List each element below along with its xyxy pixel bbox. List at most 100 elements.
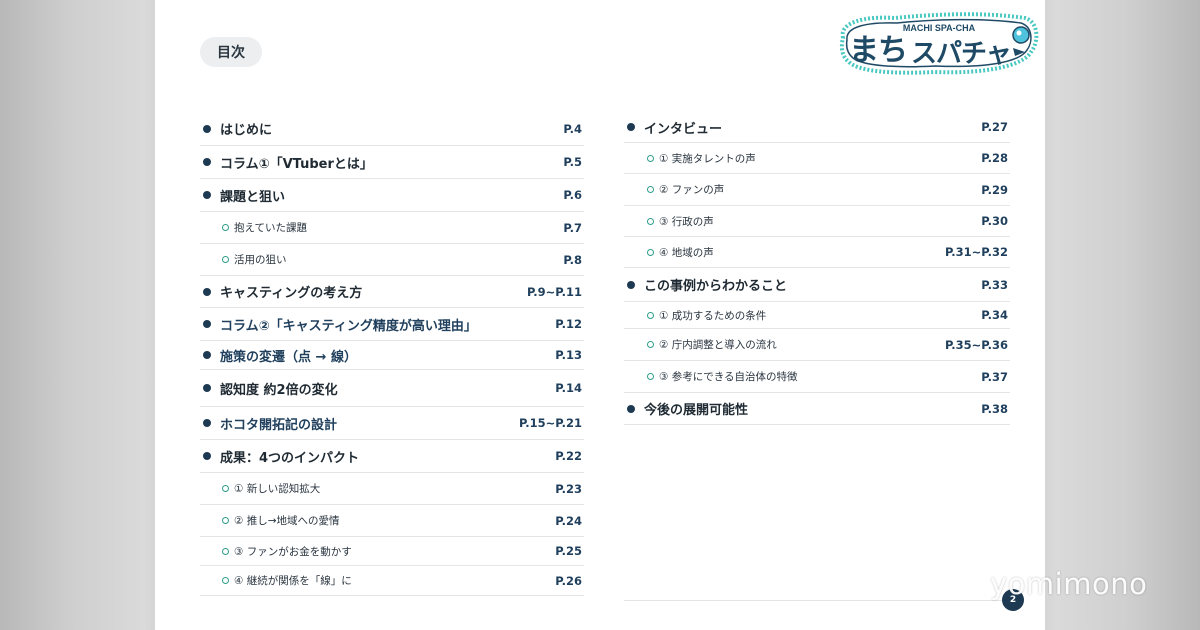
toc-item-label: ホコタ開拓記の設計 (220, 417, 338, 433)
circle-outline-icon (647, 217, 654, 225)
bullet-icon (627, 280, 635, 289)
toc-page-ref: P.23 (555, 481, 582, 496)
toc-item[interactable]: 認知度 約2倍の変化 P.14 (200, 370, 584, 407)
toc-page-ref: P.29 (981, 182, 1008, 197)
svg-text:まち: まち (849, 33, 907, 68)
bullet-icon (203, 351, 211, 359)
svg-text:MACHI SPA-CHA: MACHI SPA-CHA (903, 23, 976, 33)
toc-page-ref: P.31~P.32 (944, 245, 1008, 259)
toc-item-label: コラム②「キャスティング精度が高い理由」 (220, 318, 477, 334)
toc-page-ref: P.5 (563, 155, 582, 169)
circle-outline-icon (222, 517, 229, 524)
toc-page-ref: P.34 (981, 308, 1008, 322)
toc-page-ref: P.28 (981, 151, 1008, 165)
circle-outline-icon (647, 311, 654, 319)
toc-item-label: 今後の展開可能性 (644, 403, 749, 418)
toc-page-ref: P.6 (563, 188, 582, 202)
toc-subitem[interactable]: ③ ファンがお金を動かす P.25 (200, 537, 584, 566)
bullet-icon (203, 158, 211, 166)
document-page: 目次 MACHI SPA-CHA まち スパチャ はじめに P.4 コラム①「VTu… (155, 0, 1045, 630)
divider-line (624, 600, 1010, 601)
toc-item-label: 課題と狙い (220, 189, 286, 205)
toc-item-label: コラム①「VTuberとは」 (220, 156, 373, 172)
toc-item-label: ④ 地域の声 (659, 246, 714, 259)
toc-heading-pill: 目次 (200, 37, 262, 67)
toc-subitem[interactable]: ① 実施タレントの声 P.28 (624, 143, 1010, 174)
toc-item-label: 抱えていた課題 (234, 222, 307, 234)
toc-subitem[interactable]: 活用の狙い P.8 (200, 244, 584, 276)
toc-page-ref: P.14 (555, 381, 582, 395)
toc-item-label: 活用の狙い (234, 254, 287, 266)
toc-subitem[interactable]: 抱えていた課題 P.7 (200, 212, 584, 244)
circle-outline-icon (647, 154, 654, 162)
toc-page-ref: P.35~P.36 (944, 337, 1008, 352)
toc-page-ref: P.13 (555, 348, 582, 362)
circle-outline-icon (647, 186, 654, 193)
toc-page-ref: P.26 (555, 573, 582, 588)
toc-left-column: はじめに P.4 コラム①「VTuberとは」 P.5 課題と狙い P.6 抱えていた課題 P… (200, 112, 584, 596)
toc-subitem[interactable]: ② 庁内調整と導入の流れ P.35~P.36 (624, 329, 1010, 361)
toc-item-label: ① 新しい認知拡大 (234, 483, 321, 495)
toc-page-ref: P.12 (555, 317, 582, 331)
toc-item-label: この事例からわかること (644, 279, 788, 294)
toc-item[interactable]: 課題と狙い P.6 (200, 179, 584, 212)
toc-item[interactable]: 今後の展開可能性 P.38 (624, 393, 1010, 425)
toc-item-label: はじめに (220, 123, 273, 138)
toc-subitem[interactable]: ③ 行政の声 P.30 (624, 206, 1010, 237)
toc-subitem[interactable]: ④ 継続が関係を「線」に P.26 (200, 566, 584, 596)
bullet-icon (203, 287, 211, 296)
toc-page-ref: P.37 (981, 369, 1008, 384)
bullet-icon (203, 419, 211, 427)
toc-page-ref: P.9~P.11 (526, 284, 582, 299)
toc-item[interactable]: この事例からわかること P.33 (624, 268, 1010, 302)
toc-subitem[interactable]: ② ファンの声 P.29 (624, 174, 1010, 206)
toc-page-ref: P.30 (981, 214, 1008, 228)
toc-page-ref: P.24 (555, 513, 582, 528)
toc-item-label: ③ ファンがお金を動かす (234, 545, 352, 558)
toc-page-ref: P.22 (555, 449, 582, 463)
toc-item[interactable]: 成果：4つのインパクト P.22 (200, 440, 584, 473)
bullet-icon (203, 384, 211, 392)
toc-item-label: インタビュー (644, 121, 723, 137)
toc-subitem[interactable]: ③ 参考にできる自治体の特徴 P.37 (624, 361, 1010, 393)
toc-page-ref: P.4 (563, 121, 582, 136)
toc-item-label: ② 推し→地域への愛情 (234, 515, 340, 527)
bullet-icon (627, 123, 635, 131)
toc-subitem[interactable]: ① 成功するための条件 P.34 (624, 302, 1010, 329)
toc-page-ref: P.27 (981, 120, 1008, 134)
toc-item[interactable]: コラム②「キャスティング精度が高い理由」 P.12 (200, 308, 584, 341)
toc-item[interactable]: キャスティングの考え方 P.9~P.11 (200, 276, 584, 308)
toc-item-label: キャスティングの考え方 (220, 286, 363, 301)
bullet-icon (203, 320, 211, 328)
toc-subitem[interactable]: ② 推し→地域への愛情 P.24 (200, 505, 584, 537)
toc-subitem[interactable]: ④ 地域の声 P.31~P.32 (624, 237, 1010, 268)
machi-spacha-logo: MACHI SPA-CHA まち スパチャ (839, 12, 1039, 75)
toc-item-label: ② 庁内調整と導入の流れ (659, 339, 777, 351)
bullet-icon (203, 124, 211, 133)
toc-item[interactable]: インタビュー P.27 (624, 112, 1010, 143)
circle-outline-icon (222, 224, 229, 231)
toc-right-column: インタビュー P.27 ① 実施タレントの声 P.28 ② ファンの声 P.29 ③ 行政の… (624, 112, 1010, 425)
toc-page-ref: P.33 (981, 277, 1008, 292)
toc-item-label: ③ 行政の声 (659, 215, 714, 228)
circle-outline-icon (222, 547, 229, 555)
svg-text:スパチャ: スパチャ (911, 39, 1011, 69)
toc-item-label: 施策の変遷（点 → 線） (220, 349, 357, 365)
toc-item[interactable]: 施策の変遷（点 → 線） P.13 (200, 341, 584, 370)
toc-page-ref: P.15~P.21 (518, 416, 582, 430)
toc-item-label: ③ 参考にできる自治体の特徴 (659, 371, 798, 383)
bullet-icon (203, 452, 211, 460)
toc-item[interactable]: ホコタ開拓記の設計 P.15~P.21 (200, 407, 584, 440)
bullet-icon (627, 404, 635, 413)
toc-item-label: 成果：4つのインパクト (220, 450, 360, 466)
toc-item-label: ① 成功するための条件 (659, 309, 767, 322)
toc-item[interactable]: コラム①「VTuberとは」 P.5 (200, 146, 584, 179)
toc-item[interactable]: はじめに P.4 (200, 112, 584, 146)
circle-outline-icon (647, 373, 654, 380)
circle-outline-icon (222, 485, 229, 492)
toc-page-ref: P.7 (563, 220, 582, 235)
toc-page-ref: P.8 (563, 252, 582, 267)
toc-subitem[interactable]: ① 新しい認知拡大 P.23 (200, 473, 584, 505)
circle-outline-icon (647, 248, 654, 256)
toc-page-ref: P.38 (981, 401, 1008, 416)
